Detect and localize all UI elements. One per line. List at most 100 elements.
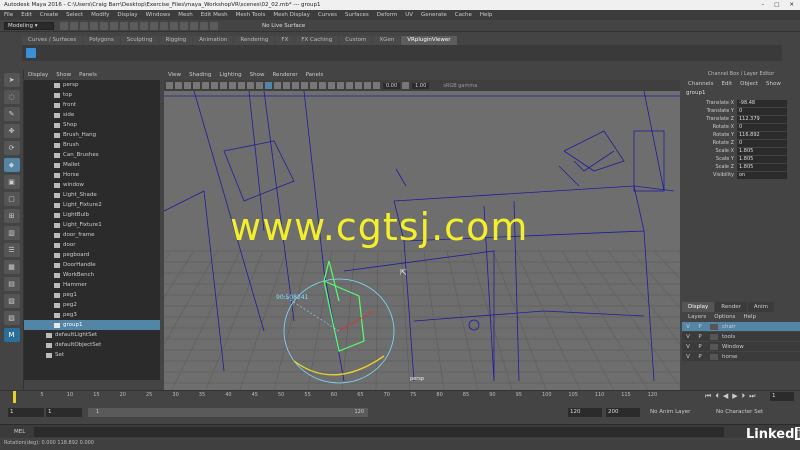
- layer-row[interactable]: V P Window: [682, 342, 800, 351]
- channel-box-menu-show[interactable]: Show: [766, 81, 781, 87]
- channel-box-menu-object[interactable]: Object: [740, 81, 758, 87]
- shelf-tab-curves-surfaces[interactable]: Curves / Surfaces: [22, 36, 83, 45]
- go-to-start-icon[interactable]: ⏮: [705, 392, 711, 401]
- layer-row[interactable]: V Pchair: [682, 322, 800, 331]
- outliner-item[interactable]: Light_Shade: [24, 190, 160, 200]
- attribute-label[interactable]: Rotate Z: [682, 140, 737, 146]
- render-settings-icon[interactable]: [210, 22, 218, 30]
- open-scene-icon[interactable]: [70, 22, 78, 30]
- menu-surfaces[interactable]: Surfaces: [345, 12, 369, 18]
- save-scene-icon[interactable]: [80, 22, 88, 30]
- attribute-label[interactable]: Scale Y: [682, 156, 737, 162]
- select-object-icon[interactable]: [120, 22, 128, 30]
- current-time-marker[interactable]: [13, 391, 16, 403]
- shelf-tab-fx-caching[interactable]: FX Caching: [295, 36, 339, 45]
- render-icon[interactable]: [190, 22, 198, 30]
- snap-curve-icon[interactable]: [150, 22, 158, 30]
- exposure-icon[interactable]: [373, 82, 380, 89]
- layer-color-swatch[interactable]: [710, 343, 718, 350]
- attribute-label[interactable]: Translate Z: [682, 116, 737, 122]
- layer-visibility-toggle[interactable]: V: [682, 334, 694, 340]
- isolate-select-icon[interactable]: [346, 82, 353, 89]
- viewport-menu-shading[interactable]: Shading: [189, 72, 211, 78]
- outliner-item[interactable]: top: [24, 90, 160, 100]
- outliner-item[interactable]: side: [24, 110, 160, 120]
- shadows-icon[interactable]: [310, 82, 317, 89]
- vr-plugin-shelf-icon[interactable]: [26, 48, 36, 58]
- viewport-menu-view[interactable]: View: [168, 72, 181, 78]
- layer-color-swatch[interactable]: [710, 323, 718, 330]
- last-tool-icon[interactable]: ▣: [3, 175, 20, 189]
- menu-select[interactable]: Select: [66, 12, 83, 18]
- outliner-item[interactable]: door: [24, 240, 160, 250]
- layer-playback-toggle[interactable]: P: [694, 334, 706, 340]
- move-tool-icon[interactable]: ✥: [3, 124, 20, 138]
- play-forward-icon[interactable]: ▶: [732, 392, 737, 400]
- anti-aliasing-icon[interactable]: [337, 82, 344, 89]
- outliner-item[interactable]: window: [24, 180, 160, 190]
- outliner-item[interactable]: Light_Fixture1: [24, 220, 160, 230]
- ipr-render-icon[interactable]: [200, 22, 208, 30]
- shelf-tab-sculpting[interactable]: Sculpting: [120, 36, 159, 45]
- film-gate-icon[interactable]: [211, 82, 218, 89]
- outliner-item[interactable]: defaultLightSet: [24, 330, 160, 340]
- wireframe-on-shaded-icon[interactable]: [283, 82, 290, 89]
- hypershade-layout-icon[interactable]: ▨: [3, 311, 20, 325]
- persp-graph-layout-icon[interactable]: ▤: [3, 277, 20, 291]
- outliner-item[interactable]: peg1: [24, 290, 160, 300]
- layer-name[interactable]: Window: [718, 344, 744, 350]
- single-view-layout-icon[interactable]: ▢: [3, 192, 20, 206]
- outliner-item[interactable]: DoorHandle: [24, 260, 160, 270]
- mode-select[interactable]: Modeling ▾: [4, 22, 54, 30]
- range-start-field[interactable]: 1: [8, 408, 44, 417]
- viewport-menu-panels[interactable]: Panels: [306, 72, 324, 78]
- safe-action-icon[interactable]: [247, 82, 254, 89]
- layer-menu-layers[interactable]: Layers: [688, 314, 706, 320]
- paint-select-tool-icon[interactable]: ✎: [3, 107, 20, 121]
- layer-tab-display[interactable]: Display: [682, 302, 715, 312]
- outliner-item[interactable]: Brush: [24, 140, 160, 150]
- outliner-item[interactable]: LightBulb: [24, 210, 160, 220]
- colorspace-label[interactable]: sRGB gamma: [443, 83, 477, 89]
- four-view-layout-icon[interactable]: ⊞: [3, 209, 20, 223]
- graph-layout-icon[interactable]: ▦: [3, 260, 20, 274]
- current-frame-field[interactable]: 1: [770, 392, 794, 401]
- exposure-field[interactable]: 0.00: [383, 82, 401, 89]
- menu-deform[interactable]: Deform: [377, 12, 397, 18]
- outliner-item[interactable]: group1: [24, 320, 160, 330]
- grid-toggle-icon[interactable]: [202, 82, 209, 89]
- outliner-item[interactable]: Hammer: [24, 280, 160, 290]
- menu-curves[interactable]: Curves: [318, 12, 337, 18]
- outliner-item[interactable]: defaultObjectSet: [24, 340, 160, 350]
- attribute-value[interactable]: on: [737, 171, 787, 179]
- outliner-item[interactable]: Can_Brushes: [24, 150, 160, 160]
- layer-name[interactable]: horse: [718, 354, 737, 360]
- menu-display[interactable]: Display: [117, 12, 137, 18]
- attribute-label[interactable]: Scale Z: [682, 164, 737, 170]
- field-chart-icon[interactable]: [238, 82, 245, 89]
- attribute-value[interactable]: 1.805: [737, 163, 787, 171]
- snap-plane-icon[interactable]: [170, 22, 178, 30]
- motion-blur-icon[interactable]: [328, 82, 335, 89]
- attribute-label[interactable]: Translate X: [682, 100, 737, 106]
- outliner-layout-icon[interactable]: ☰: [3, 243, 20, 257]
- rotate-tool-icon[interactable]: ⟳: [3, 141, 20, 155]
- shelf-tab-xgen[interactable]: XGen: [373, 36, 401, 45]
- gamma-icon[interactable]: [402, 82, 410, 89]
- layer-menu-options[interactable]: Options: [714, 314, 735, 320]
- select-hierarchy-icon[interactable]: [110, 22, 118, 30]
- close-button[interactable]: ✕: [789, 2, 794, 8]
- menu-edit-mesh[interactable]: Edit Mesh: [201, 12, 228, 18]
- menu-create[interactable]: Create: [40, 12, 58, 18]
- range-bar[interactable]: 1 120: [88, 408, 368, 417]
- wireframe-icon[interactable]: [265, 82, 272, 89]
- smooth-shade-icon[interactable]: [274, 82, 281, 89]
- step-forward-icon[interactable]: ⏵: [742, 392, 746, 401]
- menu-edit[interactable]: Edit: [21, 12, 32, 18]
- channel-box-menu-channels[interactable]: Channels: [688, 81, 713, 87]
- viewport-menu-lighting[interactable]: Lighting: [219, 72, 241, 78]
- attribute-value[interactable]: 1.805: [737, 155, 787, 163]
- snap-grid-icon[interactable]: [140, 22, 148, 30]
- gamma-field[interactable]: 1.00: [412, 82, 430, 89]
- command-input[interactable]: [34, 427, 724, 437]
